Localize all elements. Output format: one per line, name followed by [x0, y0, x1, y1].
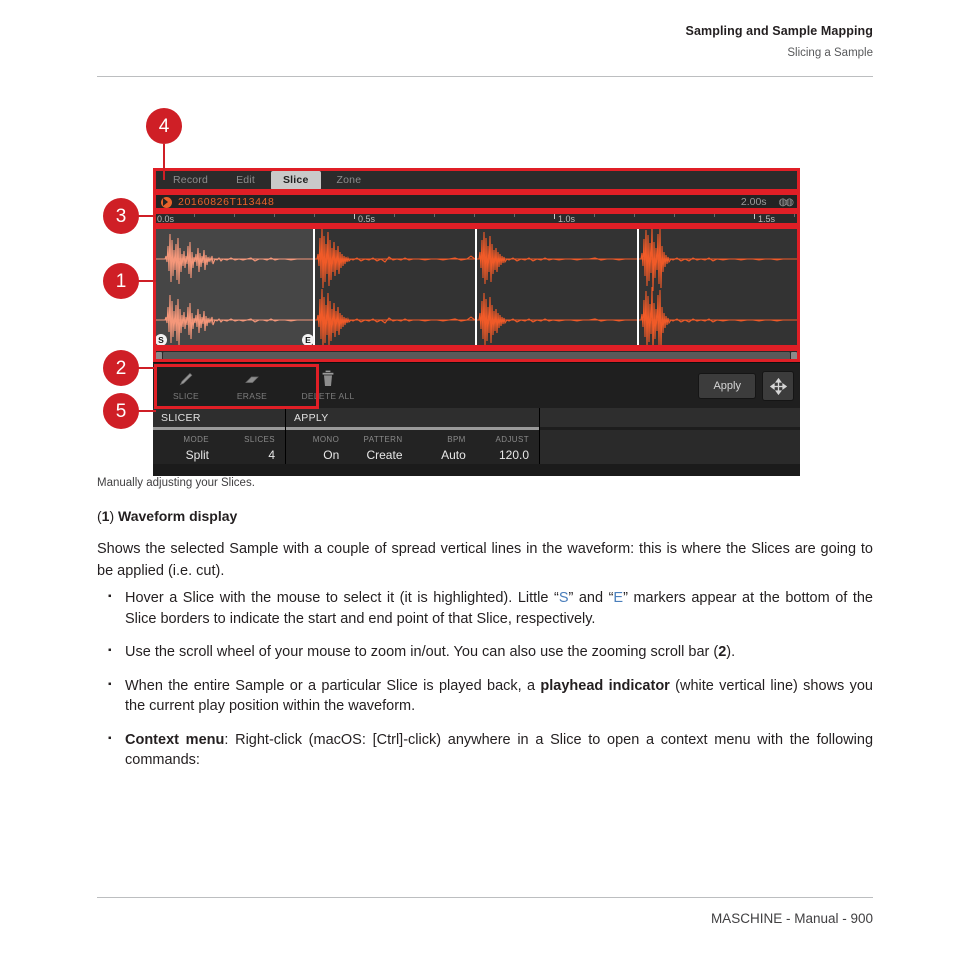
tab-record[interactable]: Record — [161, 171, 220, 190]
zoom-scroll-thumb[interactable] — [163, 351, 790, 360]
slice-end-marker[interactable]: E — [302, 334, 314, 346]
ruler-label-1: 0.5s — [358, 214, 376, 224]
param-mono[interactable]: MONO On — [286, 430, 349, 464]
param-adjust-value: 120.0 — [498, 448, 529, 462]
tool-slice[interactable]: SLICE — [153, 371, 219, 401]
stereo-icon: ◍◍ — [778, 196, 795, 208]
param-mode-value: Split — [185, 448, 209, 462]
slice-divider-1[interactable] — [313, 226, 315, 348]
param-slices[interactable]: SLICES 4 — [219, 430, 285, 464]
param-bpm[interactable]: BPM Auto — [413, 430, 476, 464]
ruler-label-2: 1.0s — [558, 214, 576, 224]
callout-2: 2 — [103, 350, 139, 386]
parameter-area: SLICER MODE Split SLICES 4 APPLY MONO On… — [153, 408, 800, 464]
param-pattern-value: Create — [366, 448, 403, 462]
slice-tool-bar: SLICE ERASE DELETE ALL Apply — [153, 362, 800, 408]
list-item: When the entire Sample or a particular S… — [97, 675, 873, 717]
param-adjust-label: ADJUST — [495, 435, 529, 444]
param-group-apply: APPLY MONO On PATTERN Create BPM Auto AD… — [286, 408, 540, 464]
param-group-slicer-title: SLICER — [153, 408, 285, 427]
param-pattern-label: PATTERN — [363, 435, 403, 444]
param-mono-label: MONO — [312, 435, 340, 444]
list-item: Context menu: Right-click (macOS: [Ctrl]… — [97, 729, 873, 771]
list-item: Use the scroll wheel of your mouse to zo… — [97, 641, 873, 663]
ruler-label-3: 1.5s — [758, 214, 776, 224]
tool-delete-all-label: DELETE ALL — [301, 390, 355, 401]
trash-icon — [285, 370, 371, 387]
tab-zone[interactable]: Zone — [325, 171, 374, 190]
callout-2-leader — [138, 367, 156, 369]
slice-divider-3[interactable] — [637, 226, 639, 348]
tab-slice[interactable]: Slice — [270, 170, 321, 190]
figure-maschine-slice-view: 4 3 1 2 5 Record Edit Slice Zone 2016082… — [97, 108, 873, 476]
page-footer: MASCHINE - Manual - 900 — [710, 911, 873, 926]
callout-5-leader — [138, 410, 156, 412]
tool-erase[interactable]: ERASE — [219, 371, 285, 401]
sample-duration: 2.00s — [740, 196, 767, 208]
tab-bar: Record Edit Slice Zone — [153, 168, 800, 192]
section-heading-title: Waveform display — [118, 508, 238, 524]
header-divider — [97, 76, 873, 77]
param-slices-value: 4 — [268, 448, 275, 462]
tool-slice-label: SLICE — [172, 390, 200, 401]
section-heading-number: (1) — [97, 508, 115, 524]
time-ruler[interactable]: 0.0s 0.5s 1.0s 1.5s — [153, 211, 800, 226]
header-subtitle: Slicing a Sample — [787, 47, 873, 59]
maschine-sample-editor: Record Edit Slice Zone 20160826T113448 2… — [153, 168, 800, 476]
param-group-apply-title: APPLY — [286, 408, 539, 427]
zoom-scroll-track[interactable] — [155, 350, 798, 361]
sample-name-bar[interactable]: 20160826T113448 2.00s ◍◍ — [153, 192, 800, 211]
footer-divider — [97, 897, 873, 898]
param-mono-value: On — [323, 448, 340, 462]
apply-button[interactable]: Apply — [698, 373, 756, 399]
waveform-graphic — [153, 226, 800, 348]
waveform-display[interactable]: S E — [153, 226, 800, 348]
callout-4-leader — [163, 144, 165, 180]
section-heading: (1) Waveform display — [97, 508, 237, 524]
param-pattern[interactable]: PATTERN Create — [349, 430, 412, 464]
tool-delete-all[interactable]: DELETE ALL — [285, 370, 371, 401]
figure-caption: Manually adjusting your Slices. — [97, 477, 255, 489]
tab-edit[interactable]: Edit — [224, 171, 267, 190]
slice-start-marker[interactable]: S — [155, 334, 167, 346]
param-bpm-value: Auto — [441, 448, 466, 462]
section-paragraph: Shows the selected Sample with a couple … — [97, 541, 873, 579]
callout-3-leader — [138, 215, 156, 217]
eraser-icon — [219, 371, 285, 387]
param-group-empty-title — [540, 408, 800, 427]
callout-1-leader — [138, 280, 156, 282]
param-slices-label: SLICES — [244, 435, 275, 444]
param-group-empty-body — [540, 430, 800, 464]
page-header: Sampling and Sample Mapping Slicing a Sa… — [97, 24, 873, 59]
zoom-scroll-bar[interactable] — [153, 348, 800, 362]
zoom-handle-left[interactable] — [156, 351, 162, 360]
param-group-slicer: SLICER MODE Split SLICES 4 — [153, 408, 286, 464]
slice-divider-2[interactable] — [475, 226, 477, 348]
list-item: Hover a Slice with the mouse to select i… — [97, 587, 873, 629]
bullet-list: Hover a Slice with the mouse to select i… — [97, 587, 873, 784]
param-mode-label: MODE — [183, 435, 209, 444]
param-bpm-label: BPM — [447, 435, 466, 444]
tool-erase-label: ERASE — [236, 390, 268, 401]
ruler-label-0: 0.0s — [157, 214, 175, 224]
callout-1: 1 — [103, 263, 139, 299]
callout-3: 3 — [103, 198, 139, 234]
param-adjust[interactable]: ADJUST 120.0 — [476, 430, 539, 464]
callout-4: 4 — [146, 108, 182, 144]
header-title: Sampling and Sample Mapping — [685, 24, 873, 38]
callout-5: 5 — [103, 393, 139, 429]
sample-name: 20160826T113448 — [178, 196, 275, 208]
pencil-icon — [153, 371, 219, 387]
play-icon[interactable] — [161, 196, 172, 208]
move-button[interactable] — [762, 371, 794, 401]
param-mode[interactable]: MODE Split — [153, 430, 219, 464]
move-icon — [769, 377, 787, 395]
param-group-empty — [540, 408, 800, 464]
zoom-handle-right[interactable] — [791, 351, 797, 360]
